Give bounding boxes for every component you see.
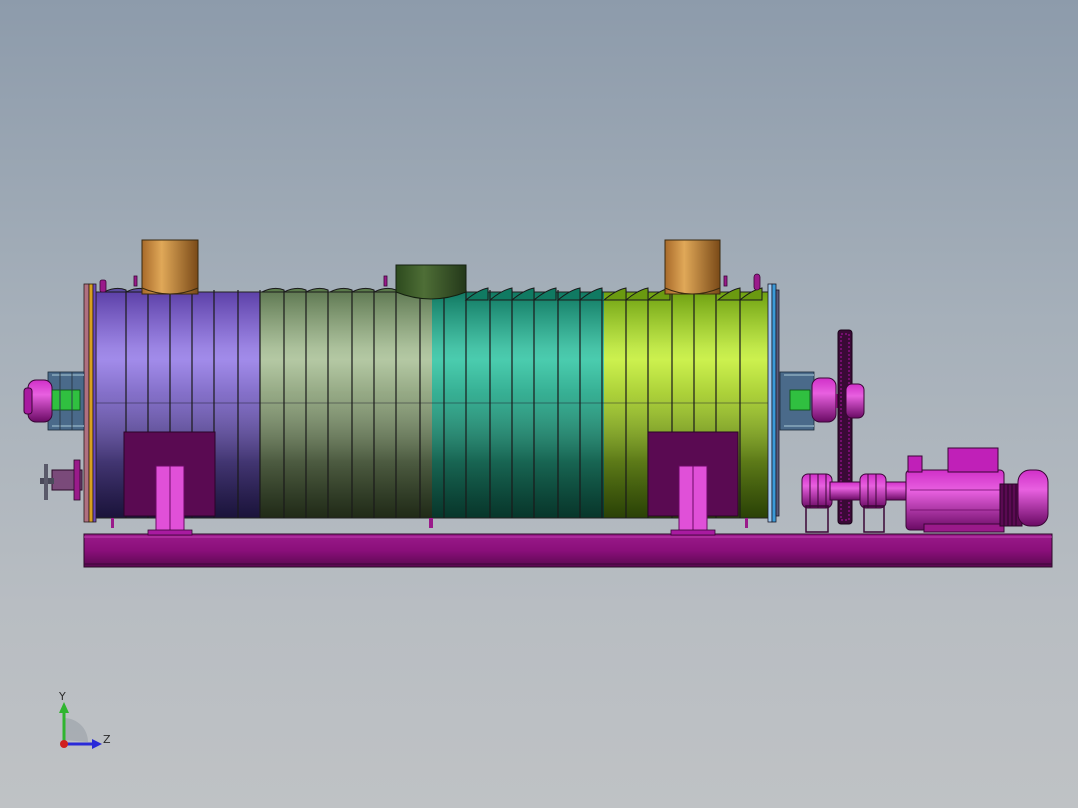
base-frame[interactable]: [83, 533, 1053, 568]
saddle-support-left[interactable]: [123, 431, 216, 536]
inlet-nozzle-left[interactable]: [141, 239, 199, 295]
axis-z-label: Z: [103, 733, 111, 746]
axis-y-label: Y: [58, 690, 66, 703]
bearing-housing-left[interactable]: [23, 371, 85, 431]
inlet-nozzle-right[interactable]: [664, 239, 721, 295]
coupling-2[interactable]: [859, 473, 887, 533]
cad-viewport[interactable]: Y Z: [0, 0, 1078, 808]
axis-triad: Y Z: [58, 690, 111, 749]
saddle-support-right[interactable]: [647, 431, 739, 536]
motor[interactable]: [905, 447, 1049, 533]
end-plate-left[interactable]: [83, 283, 97, 523]
valve-left[interactable]: [40, 459, 83, 501]
bottom-studs: [111, 518, 748, 528]
coupling-1[interactable]: [801, 473, 833, 533]
cad-model-canvas[interactable]: Y Z: [0, 0, 1078, 808]
end-plate-right[interactable]: [767, 283, 780, 523]
center-port[interactable]: [395, 264, 467, 300]
bearing-housing-right[interactable]: [779, 371, 846, 431]
